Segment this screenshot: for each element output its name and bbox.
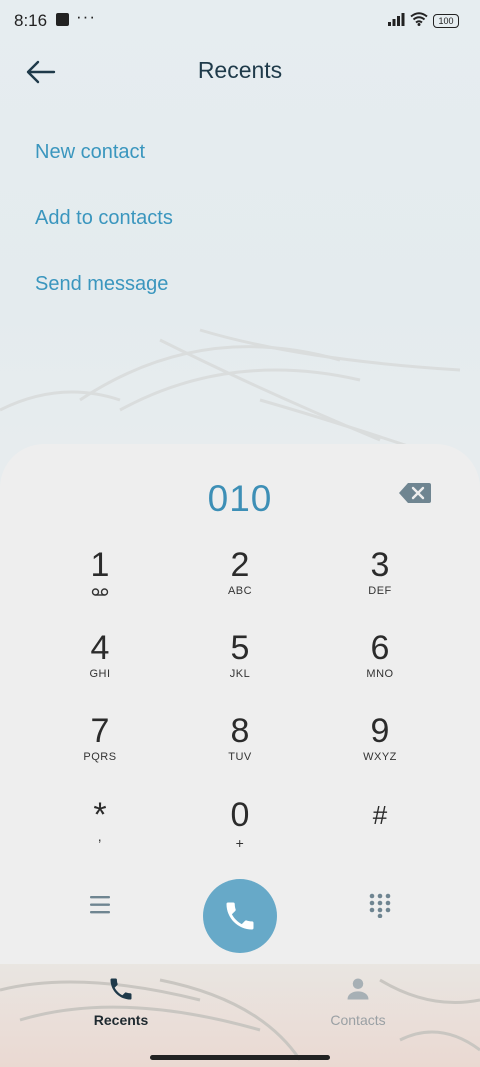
dialpad: 010 1 2 ABC 3 DEF 4 GHI 5 JKL 6 MNO 7 PQ… [0, 444, 480, 964]
key-0[interactable]: 0 + [180, 796, 300, 868]
status-time: 8:16 [14, 11, 48, 30]
person-icon [347, 978, 369, 1000]
menu-button[interactable] [87, 893, 113, 917]
key-3[interactable]: 3 DEF [320, 546, 440, 618]
phone-icon [110, 978, 132, 1000]
key-digit: 3 [370, 546, 390, 584]
key-letters: MNO [366, 668, 394, 680]
add-to-contacts-link[interactable]: Add to contacts [35, 207, 173, 230]
key-1[interactable]: 1 [40, 546, 160, 618]
key-5[interactable]: 5 JKL [180, 629, 300, 701]
key-letters: WXYZ [363, 751, 397, 763]
key-7[interactable]: 7 PQRS [40, 712, 160, 784]
key-letters: JKL [229, 668, 251, 680]
key-digit: # [372, 800, 388, 830]
key-9[interactable]: 9 WXYZ [320, 712, 440, 784]
hamburger-icon [90, 896, 110, 914]
background-palm-top [0, 300, 480, 460]
send-message-link[interactable]: Send message [35, 273, 168, 296]
key-digit: 8 [230, 712, 250, 750]
key-letters: PQRS [83, 751, 117, 763]
key-letters: TUV [228, 751, 252, 763]
key-star[interactable]: * , [40, 796, 160, 868]
signal-icon [388, 13, 405, 26]
key-digit: 4 [90, 629, 110, 667]
call-button[interactable] [203, 879, 277, 953]
new-contact-link[interactable]: New contact [35, 141, 145, 164]
home-indicator[interactable] [150, 1055, 330, 1060]
notification-square-icon [56, 13, 69, 26]
voicemail-icon [91, 588, 109, 596]
key-letters: DEF [368, 585, 392, 597]
status-bar: 8:16 ··· 100 [0, 0, 480, 42]
phone-icon [226, 902, 254, 930]
backspace-icon [399, 483, 431, 503]
dialpad-grid-icon [369, 893, 391, 919]
key-4[interactable]: 4 GHI [40, 629, 160, 701]
key-digit: 0 [230, 796, 250, 834]
tab-contacts[interactable]: Contacts [298, 975, 418, 1028]
key-6[interactable]: 6 MNO [320, 629, 440, 701]
tab-recents[interactable]: Recents [61, 975, 181, 1028]
backspace-button[interactable] [398, 482, 432, 504]
key-2[interactable]: 2 ABC [180, 546, 300, 618]
dialpad-toggle-button[interactable] [368, 892, 392, 919]
key-digit: 7 [90, 712, 110, 750]
key-digit: 9 [370, 712, 390, 750]
tab-recents-label: Recents [93, 1012, 149, 1028]
key-letters: , [97, 828, 103, 844]
page-title: Recents [197, 57, 283, 83]
key-letters: ABC [227, 585, 253, 597]
bottom-nav: Recents Contacts [0, 965, 480, 1065]
key-digit: 2 [230, 546, 250, 584]
key-digit: 5 [230, 629, 250, 667]
key-digit: 6 [370, 629, 390, 667]
key-8[interactable]: 8 TUV [180, 712, 300, 784]
key-hash[interactable]: # [320, 796, 440, 868]
tab-contacts-label: Contacts [330, 1012, 386, 1028]
key-digit: 1 [90, 546, 110, 584]
key-letters: + [235, 835, 245, 851]
battery-icon: 100 [433, 14, 459, 28]
more-notifications-icon: ··· [76, 7, 96, 26]
wifi-icon [410, 12, 428, 26]
key-letters: GHI [89, 668, 111, 680]
header: Recents [0, 48, 480, 94]
